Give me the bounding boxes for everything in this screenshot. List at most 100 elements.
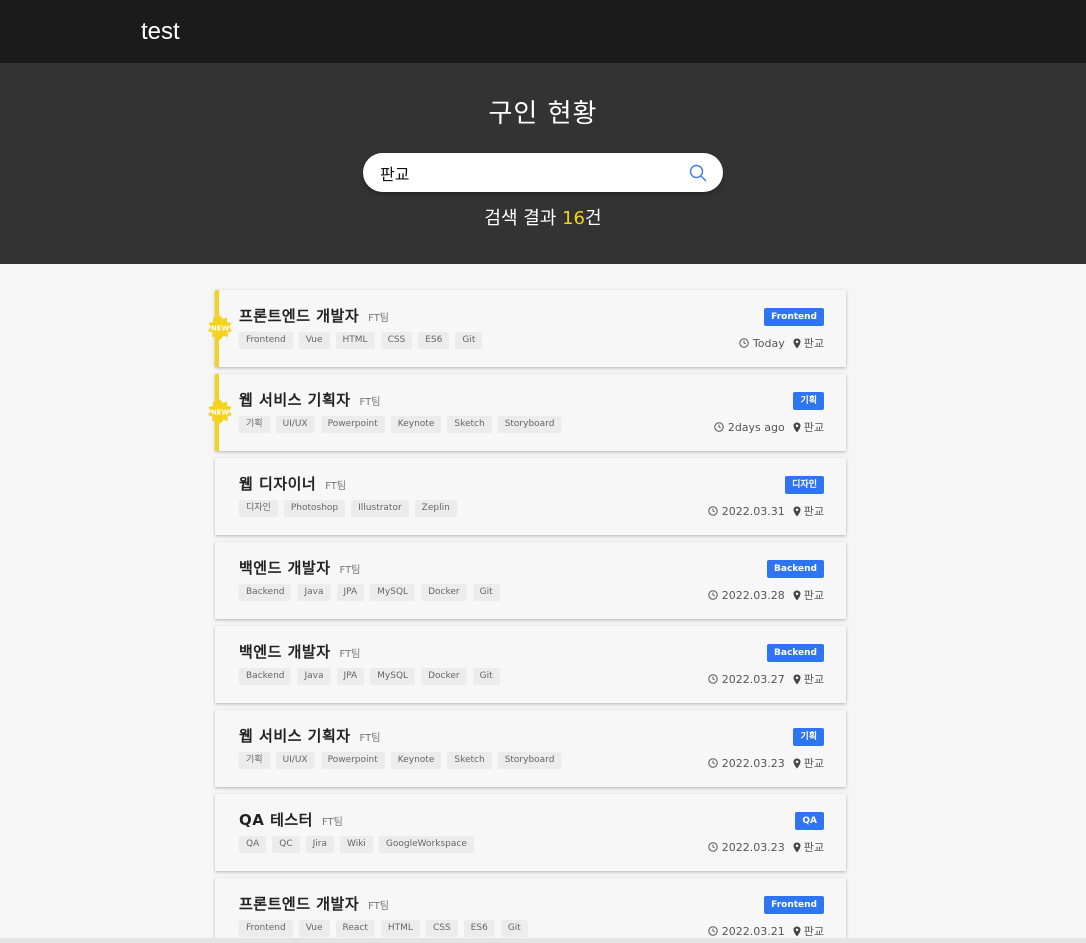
skill-tag: Frontend — [239, 332, 293, 349]
job-card[interactable]: 프론트엔드 개발자 FT팀 Frontend Vue React HTML CSS ES6 Gi… — [215, 878, 846, 943]
svg-text:NEW: NEW — [211, 325, 230, 333]
horizontal-scrollbar[interactable] — [0, 938, 1086, 943]
location-pin-icon — [793, 842, 801, 852]
skill-tag: 기획 — [239, 752, 270, 769]
job-title[interactable]: 웹 디자이너 — [239, 473, 316, 494]
job-meta: 2022.03.21 판교 — [708, 923, 824, 939]
skill-tag: Java — [297, 584, 331, 601]
skill-tag: MySQL — [370, 584, 416, 601]
skill-tag: Vue — [298, 332, 330, 349]
skill-tag: Git — [455, 332, 483, 349]
result-count-prefix: 검색 결과 — [484, 208, 563, 229]
job-title[interactable]: 웹 서비스 기획자 — [239, 389, 351, 410]
search-box — [363, 153, 723, 192]
location-pin-icon — [793, 758, 801, 768]
skill-tag: Jira — [305, 836, 334, 853]
skill-tag: 기획 — [239, 416, 270, 433]
job-title[interactable]: 웹 서비스 기획자 — [239, 725, 351, 746]
skill-tag: QC — [272, 836, 300, 853]
job-title[interactable]: 백엔드 개발자 — [239, 557, 331, 578]
job-card[interactable]: NEW 웹 서비스 기획자 FT팀 기획 UI/UX Powerpoint Keynote S… — [208, 374, 846, 451]
skill-tag: UI/UX — [275, 752, 315, 769]
posted-date: Today — [752, 336, 785, 350]
job-meta: 2022.03.23 판교 — [708, 755, 824, 771]
card-title-row: 웹 서비스 기획자 FT팀 — [239, 389, 824, 409]
job-location: 판교 — [803, 841, 824, 854]
job-team: FT팀 — [325, 481, 347, 492]
skill-tag: MySQL — [370, 668, 416, 685]
job-title[interactable]: 백엔드 개발자 — [239, 641, 331, 662]
job-card[interactable]: 웹 서비스 기획자 FT팀 기획 UI/UX Powerpoint Keynote Sket… — [215, 710, 846, 787]
hero-section: 구인 현황 검색 결과 16건 — [0, 63, 1086, 264]
posted-date: 2022.03.23 — [721, 756, 785, 770]
skill-tag: Git — [472, 668, 500, 685]
posted-date: 2022.03.28 — [721, 588, 785, 602]
tag-list: Frontend Vue HTML CSS ES6 Git — [239, 332, 824, 349]
clock-icon — [708, 758, 718, 768]
result-count-suffix: 건 — [585, 208, 602, 229]
skill-tag: HTML — [335, 332, 375, 349]
location-pin-icon — [793, 506, 801, 516]
job-title[interactable]: QA 테스터 — [239, 809, 313, 830]
card-title-row: 프론트엔드 개발자 FT팀 — [239, 893, 824, 913]
skill-tag: CSS — [380, 332, 413, 349]
job-meta: Today 판교 — [739, 335, 824, 351]
job-card[interactable]: NEW 프론트엔드 개발자 FT팀 Frontend Vue HTML CSS ES6 Git F… — [208, 290, 846, 367]
top-navbar: test — [0, 0, 1086, 63]
job-title[interactable]: 프론트엔드 개발자 — [239, 893, 359, 914]
card-title-row: QA 테스터 FT팀 — [239, 809, 824, 829]
job-list: NEW 프론트엔드 개발자 FT팀 Frontend Vue HTML CSS ES6 Git F… — [208, 290, 846, 943]
search-input[interactable] — [380, 163, 689, 182]
posted-date: 2022.03.21 — [721, 924, 785, 938]
location-pin-icon — [793, 590, 801, 600]
skill-tag: ES6 — [418, 332, 450, 349]
job-team: FT팀 — [321, 817, 343, 828]
job-card[interactable]: QA 테스터 FT팀 QA QC Jira Wiki GoogleWorkspace QA 20… — [215, 794, 846, 871]
skill-tag: GoogleWorkspace — [378, 836, 474, 853]
skill-tag: Docker — [421, 584, 467, 601]
job-card[interactable]: 웹 디자이너 FT팀 디자인 Photoshop Illustrator Zeplin 디자… — [215, 458, 846, 535]
skill-tag: 디자인 — [239, 500, 278, 517]
clock-icon — [708, 674, 718, 684]
skill-tag: Sketch — [447, 752, 492, 769]
clock-icon — [714, 422, 724, 432]
skill-tag: Keynote — [390, 416, 442, 433]
card-title-row: 웹 서비스 기획자 FT팀 — [239, 725, 824, 745]
card-title-row: 백엔드 개발자 FT팀 — [239, 557, 824, 577]
clock-icon — [708, 926, 718, 936]
skill-tag: Git — [472, 584, 500, 601]
job-meta: 2022.03.31 판교 — [708, 503, 824, 519]
job-card[interactable]: 백엔드 개발자 FT팀 Backend Java JPA MySQL Docker Git Ba… — [215, 626, 846, 703]
job-meta: 2022.03.27 판교 — [708, 671, 824, 687]
job-title[interactable]: 프론트엔드 개발자 — [239, 305, 359, 326]
category-badge: Frontend — [764, 896, 824, 914]
clock-icon — [739, 338, 749, 348]
skill-tag: Vue — [298, 920, 330, 937]
card-title-row: 프론트엔드 개발자 FT팀 — [239, 305, 824, 325]
skill-tag: QA — [239, 836, 267, 853]
category-badge: Backend — [767, 560, 824, 578]
skill-tag: JPA — [336, 668, 365, 685]
search-icon[interactable] — [689, 164, 707, 182]
skill-tag: React — [335, 920, 375, 937]
skill-tag: Storyboard — [497, 416, 562, 433]
skill-tag: Docker — [421, 668, 467, 685]
posted-date: 2022.03.23 — [721, 840, 785, 854]
result-count: 검색 결과 16건 — [484, 204, 601, 230]
job-meta: 2022.03.28 판교 — [708, 587, 824, 603]
category-badge: 기획 — [793, 728, 824, 746]
job-location: 판교 — [803, 673, 824, 686]
skill-tag: Zeplin — [414, 500, 457, 517]
posted-date: 2022.03.31 — [721, 504, 785, 518]
skill-tag: CSS — [425, 920, 458, 937]
skill-tag: Java — [297, 668, 331, 685]
skill-tag: JPA — [336, 584, 365, 601]
job-team: FT팀 — [368, 901, 390, 912]
location-pin-icon — [793, 926, 801, 936]
job-card[interactable]: 백엔드 개발자 FT팀 Backend Java JPA MySQL Docker Git Ba… — [215, 542, 846, 619]
skill-tag: ES6 — [463, 920, 495, 937]
svg-text:NEW: NEW — [211, 409, 230, 417]
brand-logo[interactable]: test — [141, 18, 180, 46]
card-title-row: 백엔드 개발자 FT팀 — [239, 641, 824, 661]
job-meta: 2022.03.23 판교 — [708, 839, 824, 855]
